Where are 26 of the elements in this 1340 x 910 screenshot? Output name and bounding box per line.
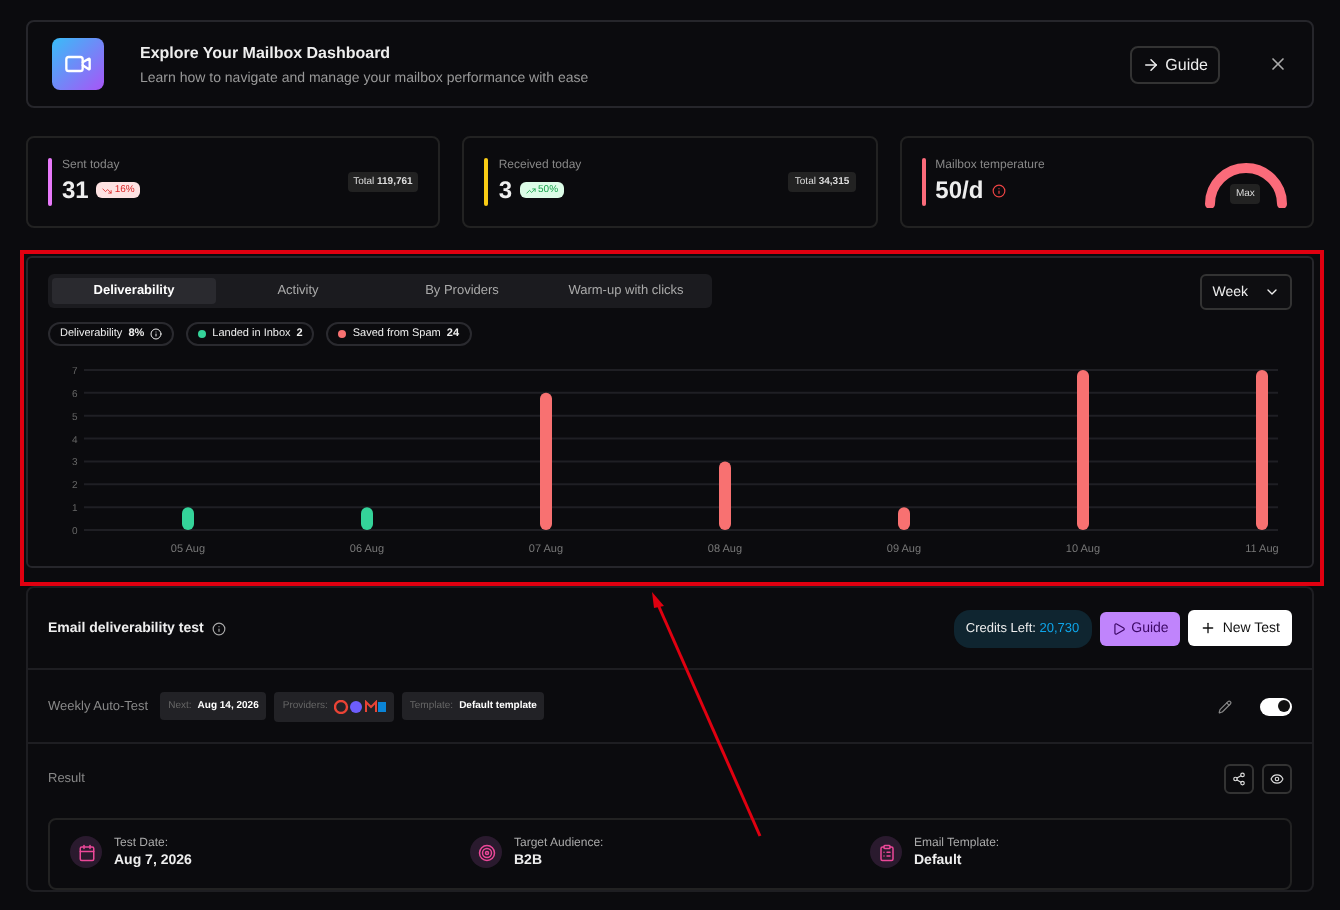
eye-icon (1270, 771, 1284, 785)
share-button[interactable] (1224, 763, 1254, 793)
edit-icon[interactable] (1218, 699, 1232, 713)
stat-value: 3 (498, 176, 513, 204)
plus-icon (1200, 620, 1217, 636)
video-icon (52, 38, 104, 90)
guide-button[interactable]: Guide (1129, 45, 1220, 83)
calendar-icon (70, 836, 102, 868)
info-icon (991, 183, 1006, 197)
play-icon (1111, 621, 1126, 635)
arrow-right-icon (1141, 55, 1160, 73)
close-icon[interactable] (1268, 54, 1288, 74)
info-icon (150, 328, 163, 340)
info-icon (211, 621, 226, 635)
view-button[interactable] (1262, 763, 1292, 793)
bar (719, 461, 731, 530)
auto-test-toggle[interactable] (1260, 697, 1292, 715)
target-icon (470, 836, 502, 868)
share-icon (1232, 771, 1246, 785)
stat-value: 50/d (935, 176, 984, 204)
banner-title: Explore Your Mailbox Dashboard (140, 43, 393, 61)
bar (540, 392, 552, 530)
provider-logos-icon (333, 699, 386, 713)
clipboard-icon (870, 836, 902, 868)
chevron-down-icon (1264, 284, 1280, 300)
stat-value: 31 (62, 176, 89, 204)
